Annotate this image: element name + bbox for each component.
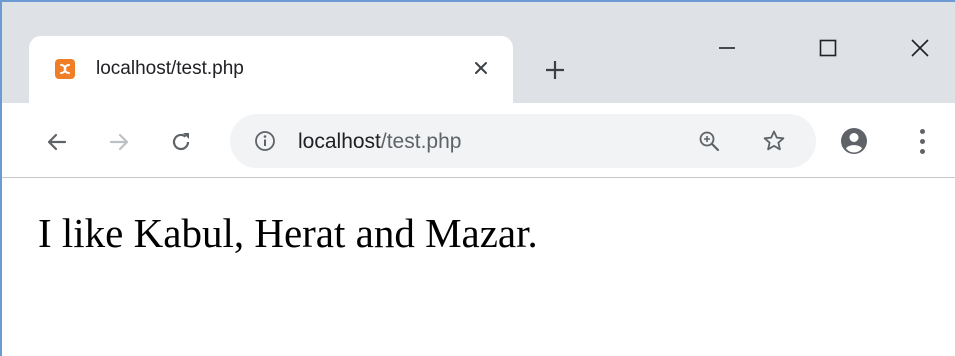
url-path: /test.php [380,130,462,153]
url-text[interactable]: localhost/test.php [298,129,461,155]
address-bar[interactable]: localhost/test.php [230,114,816,168]
url-host: localhost [298,130,381,153]
more-vertical-icon[interactable] [912,126,932,156]
tab-strip: localhost/test.php [2,2,955,103]
close-icon[interactable] [467,54,495,82]
star-icon[interactable] [760,127,788,155]
arrow-right-icon[interactable] [102,125,136,159]
minimize-icon[interactable] [707,30,747,66]
zoom-in-icon[interactable] [695,127,723,155]
close-icon[interactable] [900,30,940,66]
tab-active[interactable]: localhost/test.php [29,36,513,103]
page-text: I like Kabul, Herat and Mazar. [38,210,538,256]
account-icon[interactable] [839,126,869,156]
xampp-icon [55,59,75,79]
tab-title: localhost/test.php [96,58,244,79]
browser-window: localhost/test.php localhost/test.php I … [0,0,955,356]
arrow-left-icon[interactable] [40,125,74,159]
maximize-icon[interactable] [808,30,848,66]
reload-icon[interactable] [164,125,198,159]
plus-icon[interactable] [539,54,571,86]
info-icon[interactable] [254,130,276,152]
toolbar: localhost/test.php [2,103,955,178]
